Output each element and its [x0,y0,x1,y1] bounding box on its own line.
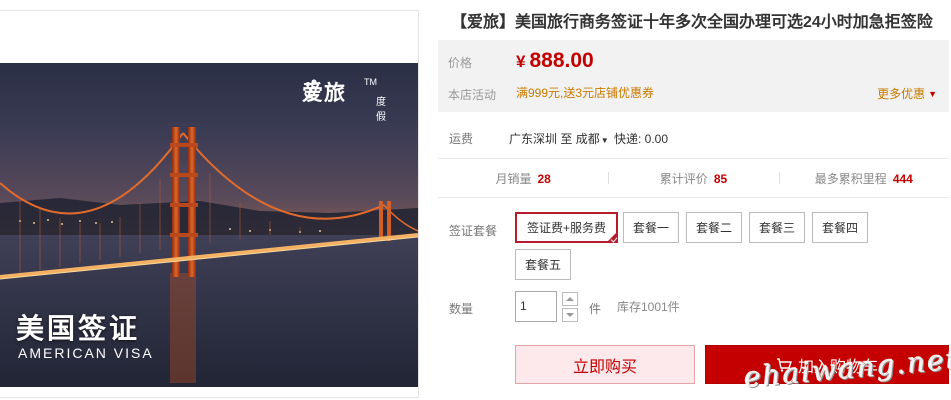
stat-value: 444 [892,171,913,186]
image-caption-cn: 美国签证 [16,313,141,344]
selected-check-icon [607,232,617,242]
arrow-up-icon [566,297,574,301]
stat-value: 85 [713,171,728,186]
quantity-increase-button[interactable] [562,292,578,306]
package-option[interactable]: 套餐二 [686,212,742,243]
package-option[interactable]: 套餐五 [515,249,571,280]
stat-mileage: 最多累积里程 444 [778,170,949,187]
arrow-down-icon [566,313,574,317]
price-amount: 888.00 [529,49,594,72]
price-label: 价格 [448,56,473,70]
package-label: 签证套餐 [449,224,498,238]
stat-monthly-sales: 月销量 28 [438,170,608,187]
package-option[interactable]: 套餐一 [623,212,679,243]
shipping-to-prefix: 至 [560,132,573,146]
quantity-unit: 件 [589,302,602,316]
shipping-label: 运费 [449,132,474,146]
price-value: ¥888.00 [516,49,594,73]
shipping-from: 广东深圳 [509,132,558,146]
stat-value: 28 [537,171,551,186]
price-panel: 价格 ¥888.00 本店活动 满999元,送3元店铺优惠券 更多优惠 ▼ [438,40,949,112]
brand-subtitle: 度假 [376,97,386,123]
image-caption-en: AMERICAN VISA [18,345,154,361]
stat-total-reviews[interactable]: 累计评价 85 [608,170,778,187]
package-option-label: 套餐四 [821,221,858,235]
shipping-destination: 成都 [575,132,600,146]
promotion-label: 本店活动 [448,88,497,102]
sales-stats: 月销量 28 累计评价 85 最多累积里程 444 [438,158,949,198]
more-deals-label: 更多优惠 [877,87,926,101]
currency-symbol: ¥ [516,52,526,71]
promotion-text: 满999元,送3元店铺优惠券 [516,86,655,100]
quantity-label: 数量 [449,302,474,316]
stat-label: 最多累积里程 [814,171,887,186]
package-option-label: 套餐一 [632,221,669,235]
buy-now-button[interactable]: 立即购买 [515,345,695,384]
package-option-label: 套餐五 [524,258,561,272]
package-option-selected[interactable]: 签证费+服务费 [515,212,618,243]
package-option-label: 套餐二 [695,221,732,235]
package-option-label: 套餐三 [758,221,795,235]
caret-down-icon: ▼ [600,136,609,145]
aibrand-swirl-icon [304,79,317,99]
shipping-info: 广东深圳 至 成都▼ 快递: 0.00 [509,130,668,147]
quantity-input[interactable]: 1 [515,291,557,322]
brand-logo: 爱旅 TM 度假 [300,77,386,123]
product-photo[interactable]: 爱旅 TM 度假 美国签证 AMERICAN VISA [0,63,418,387]
package-option[interactable]: 套餐四 [812,212,868,243]
more-deals-link[interactable]: 更多优惠 ▼ [877,85,937,102]
stat-label: 累计评价 [659,171,708,186]
shipping-destination-select[interactable]: 成都▼ [576,132,611,146]
quantity-decrease-button[interactable] [562,308,578,322]
buy-now-label: 立即购买 [572,358,637,376]
brand-trademark: TM [364,77,377,87]
stock-count: 库存1001件 [617,300,680,314]
package-option-label: 签证费+服务费 [526,221,606,235]
chevron-down-icon: ▼ [928,88,937,99]
shipping-method: 快递: 0.00 [614,132,669,146]
product-title: 【爱旅】美国旅行商务签证十年多次全国办理可选24小时加急拒签险 [451,14,933,31]
product-image-frame: 爱旅 TM 度假 美国签证 AMERICAN VISA [0,10,419,398]
package-option[interactable]: 套餐三 [749,212,805,243]
stat-label: 月销量 [495,171,532,186]
